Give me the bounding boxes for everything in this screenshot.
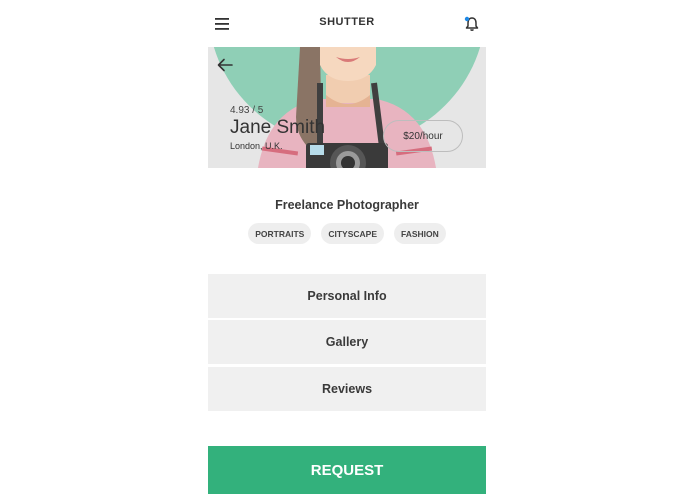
job-title: Freelance Photographer [275,198,419,212]
arrow-left-icon [217,58,233,72]
tag-cityscape[interactable]: CITYSCAPE [321,223,384,244]
profile-screen: SHUTTER 4.93 / 5 Jane Smith London, U.K.… [208,0,486,494]
top-bar: SHUTTER [208,0,486,47]
notifications-button[interactable] [463,15,481,33]
hourly-rate-pill[interactable]: $20/hour [383,120,463,152]
back-button[interactable] [216,57,236,75]
request-button[interactable]: REQUEST [208,446,486,494]
tag-portraits[interactable]: PORTRAITS [248,223,312,244]
profile-name: Jane Smith [230,117,326,138]
profile-location: London, U.K. [230,141,283,151]
rating: 4.93 / 5 [230,105,264,116]
tag-fashion[interactable]: FASHION [394,223,446,244]
profile-hero: 4.93 / 5 Jane Smith London, U.K. $20/hou… [208,47,486,168]
gallery-button[interactable]: Gallery [208,320,486,364]
bell-icon [464,16,479,31]
app-title: SHUTTER [319,16,375,28]
reviews-button[interactable]: Reviews [208,367,486,411]
personal-info-button[interactable]: Personal Info [208,274,486,318]
skill-tags: PORTRAITS CITYSCAPE FASHION [208,223,486,244]
